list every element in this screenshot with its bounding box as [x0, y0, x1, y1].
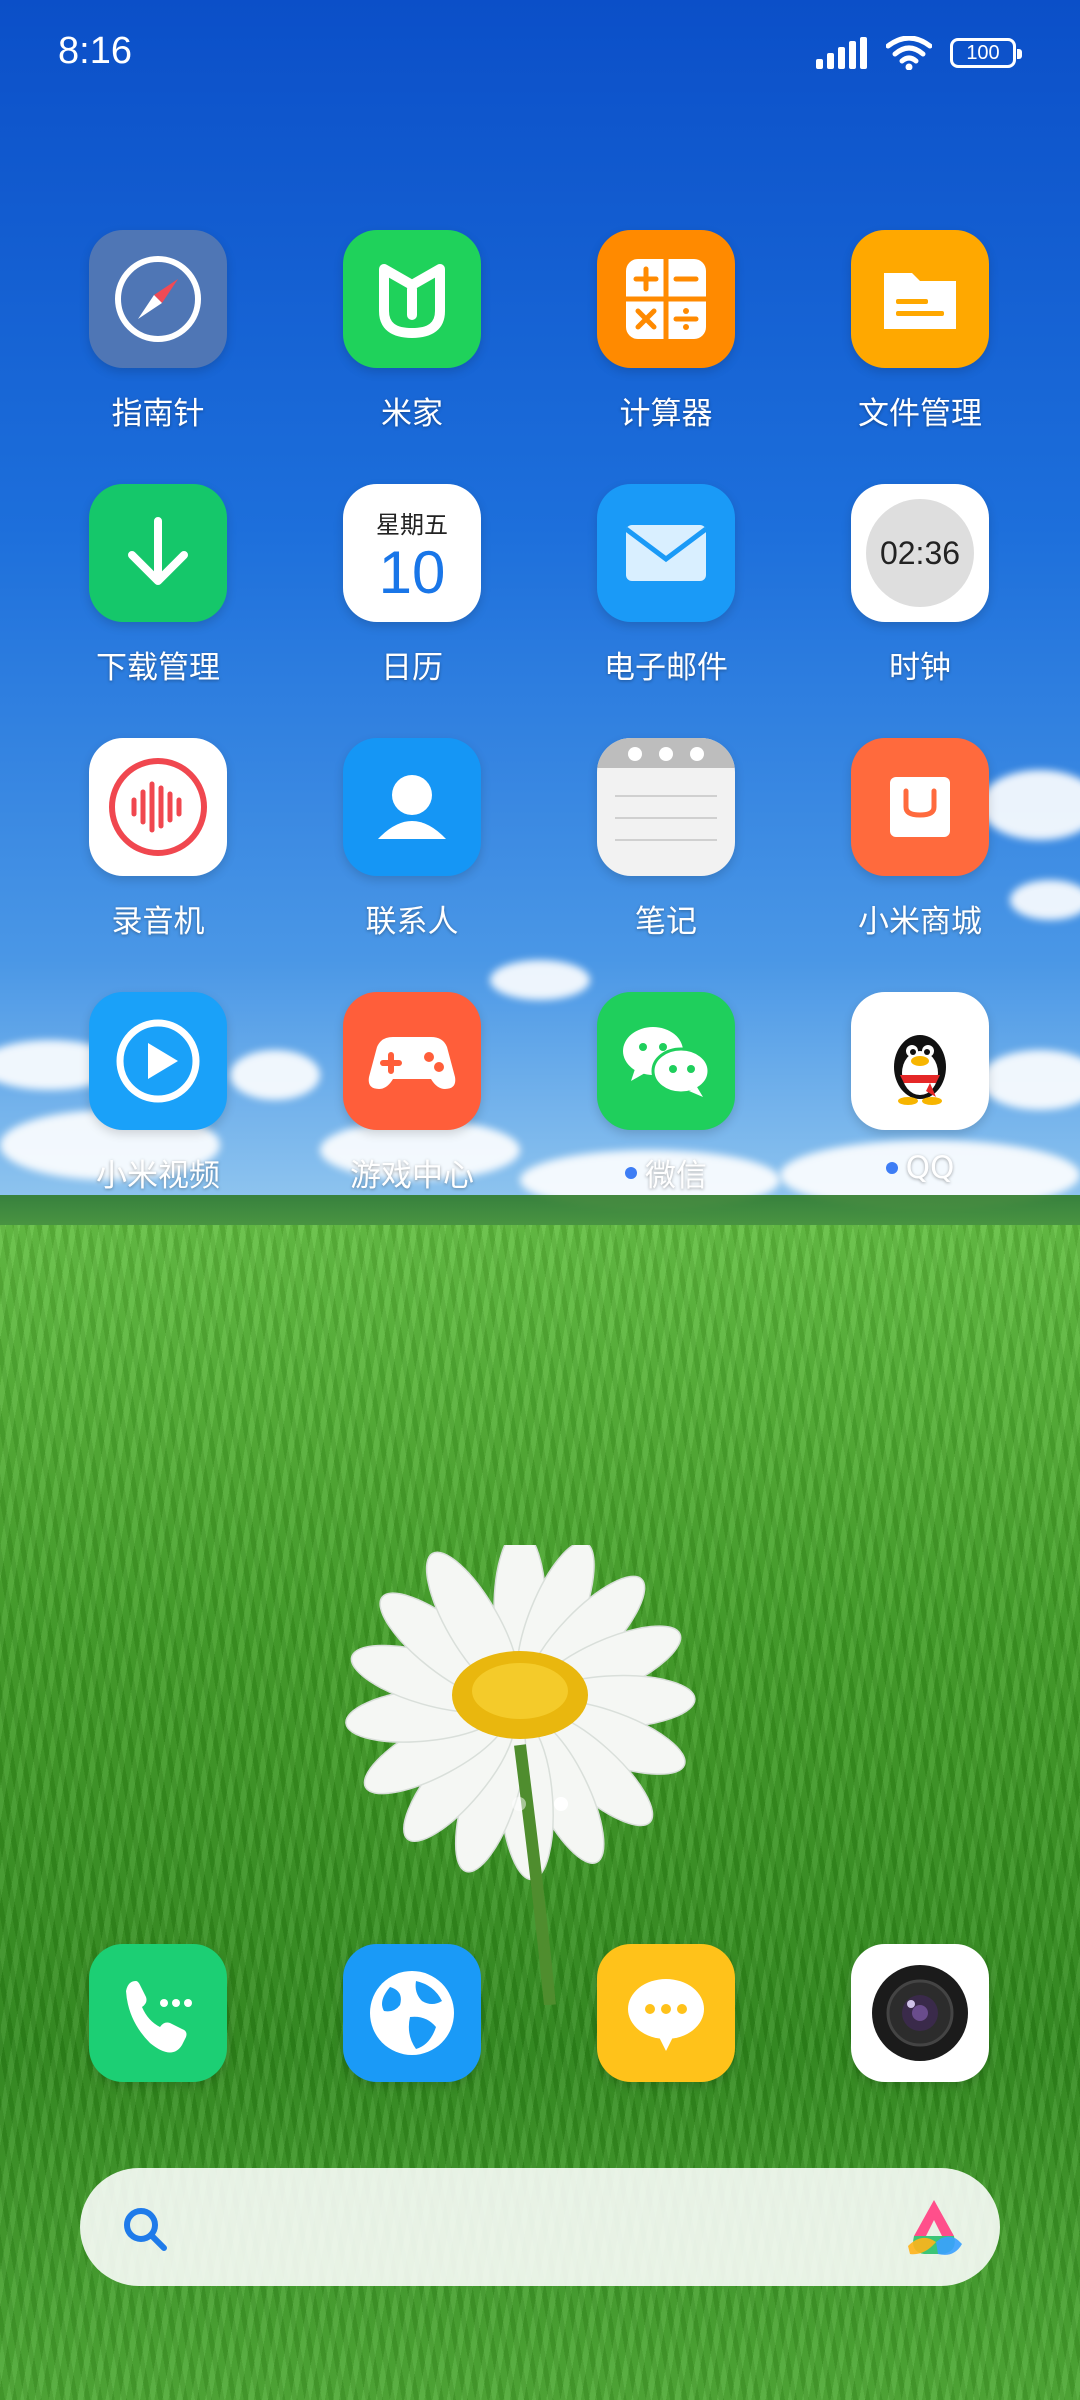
- app-mijia[interactable]: 米家: [292, 230, 532, 433]
- search-icon[interactable]: [120, 2204, 170, 2254]
- page-dot-active[interactable]: [554, 1797, 568, 1811]
- wechat-icon: [623, 1027, 711, 1097]
- signal-icon: [816, 37, 867, 69]
- app-game-center[interactable]: 游戏中心: [292, 992, 532, 1195]
- globe-icon: [370, 1971, 454, 2055]
- app-label: 指南针: [111, 396, 205, 432]
- message-bubble-icon: [628, 1979, 704, 2051]
- app-clock[interactable]: 02:36 时钟: [800, 484, 1040, 687]
- calendar-day: 10: [378, 538, 446, 606]
- app-qq[interactable]: QQ: [800, 992, 1040, 1186]
- compass-icon: [115, 256, 201, 342]
- status-icons: 100: [816, 36, 1022, 70]
- app-file-manager[interactable]: 文件管理: [800, 230, 1040, 433]
- dock-browser[interactable]: [292, 1944, 532, 2082]
- mail-icon: [624, 525, 708, 581]
- app-contacts[interactable]: 联系人: [292, 738, 532, 941]
- dock-messages[interactable]: [546, 1944, 786, 2082]
- search-bar[interactable]: [80, 2168, 1000, 2286]
- app-calculator[interactable]: 计算器: [546, 230, 786, 433]
- status-time: 8:16: [58, 30, 132, 72]
- battery-indicator: 100: [950, 38, 1022, 68]
- ai-assistant-icon[interactable]: [902, 2196, 966, 2258]
- page-indicator: [0, 1797, 1080, 1811]
- app-label: QQ: [905, 1150, 955, 1186]
- app-compass[interactable]: 指南针: [38, 230, 278, 433]
- folder-icon: [884, 273, 956, 329]
- app-label: 小米商城: [858, 904, 982, 940]
- app-label-with-badge: QQ: [800, 1150, 1040, 1186]
- calendar-weekday: 星期五: [376, 510, 448, 539]
- app-wechat[interactable]: 微信: [546, 992, 786, 1195]
- mijia-icon: [379, 264, 445, 338]
- app-mi-video[interactable]: 小米视频: [38, 992, 278, 1195]
- notes-icon: [597, 738, 735, 841]
- phone-icon: [126, 1981, 192, 2053]
- app-label: 笔记: [635, 904, 697, 940]
- app-label: 电子邮件: [604, 650, 728, 686]
- clock-icon: 02:36: [851, 484, 989, 622]
- download-icon: [128, 517, 188, 585]
- app-label: 游戏中心: [350, 1158, 474, 1194]
- page-dot[interactable]: [512, 1797, 526, 1811]
- app-label: 下载管理: [96, 650, 220, 686]
- app-recorder[interactable]: 录音机: [38, 738, 278, 941]
- app-label: 微信: [645, 1158, 707, 1194]
- mi-store-icon: [890, 777, 950, 837]
- app-email[interactable]: 电子邮件: [546, 484, 786, 687]
- clock-time: 02:36: [879, 534, 961, 571]
- video-play-icon: [116, 1019, 200, 1103]
- camera-icon: [872, 1965, 968, 2061]
- status-bar: 8:16 100: [0, 0, 1080, 120]
- app-label: 文件管理: [858, 396, 982, 432]
- app-mi-store[interactable]: 小米商城: [800, 738, 1040, 941]
- app-label: 小米视频: [96, 1158, 220, 1194]
- app-label: 计算器: [619, 396, 713, 432]
- dock-camera[interactable]: [800, 1944, 1040, 2082]
- dock-phone[interactable]: [38, 1944, 278, 2082]
- app-label: 米家: [381, 396, 443, 432]
- app-label: 时钟: [889, 650, 951, 686]
- app-label: 联系人: [365, 904, 459, 940]
- app-notes[interactable]: 笔记: [546, 738, 786, 941]
- qq-penguin-icon: [894, 1035, 946, 1105]
- new-notification-dot: [885, 1162, 898, 1174]
- calendar-icon: 星期五 10: [343, 484, 481, 622]
- recorder-icon: [109, 758, 207, 856]
- app-label: 录音机: [111, 904, 205, 940]
- new-notification-dot: [625, 1166, 637, 1179]
- app-download-manager[interactable]: 下载管理: [38, 484, 278, 687]
- app-label-with-badge: 微信: [546, 1150, 786, 1195]
- gamepad-icon: [368, 1037, 456, 1089]
- app-label: 日历: [381, 650, 443, 686]
- app-calendar[interactable]: 星期五 10 日历: [292, 484, 532, 687]
- calculator-icon: [626, 259, 706, 339]
- daisy-flower-wallpaper: [345, 1545, 696, 2005]
- wifi-icon: [886, 36, 932, 70]
- contacts-icon: [378, 775, 446, 839]
